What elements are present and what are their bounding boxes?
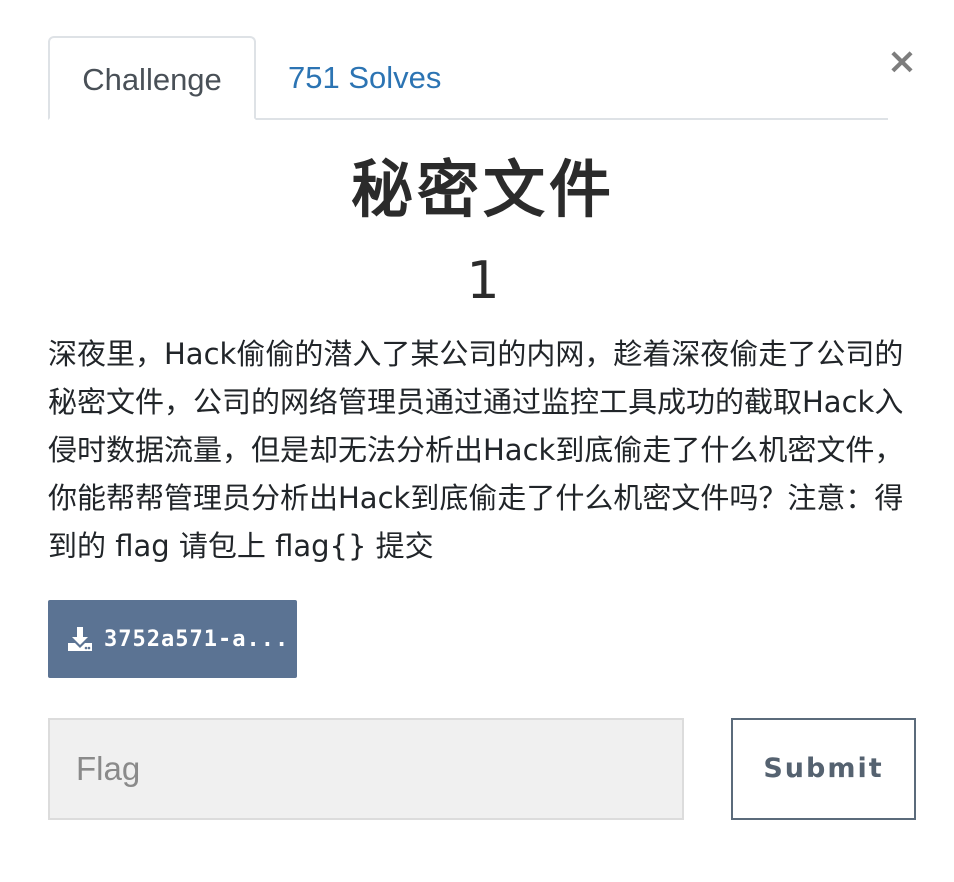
tab-solves-label: 751 Solves — [288, 60, 442, 95]
challenge-description: 深夜里，Hack偷偷的潜入了某公司的内网，趁着深夜偷走了公司的秘密文件，公司的网… — [48, 337, 904, 563]
close-icon: × — [886, 41, 918, 82]
tab-challenge-label: Challenge — [82, 62, 222, 97]
file-download-label: 3752a571-a... — [104, 626, 290, 652]
submit-button[interactable]: Submit — [731, 718, 916, 820]
close-button[interactable]: × — [884, 40, 920, 84]
tab-solves[interactable]: 751 Solves — [288, 36, 441, 120]
challenge-points: 1 — [466, 251, 500, 311]
challenge-tabs: Challenge 751 Solves — [48, 36, 888, 120]
tab-challenge[interactable]: Challenge — [48, 36, 256, 120]
flag-input[interactable] — [48, 718, 684, 820]
download-icon — [66, 625, 94, 653]
challenge-title: 秘密文件 — [350, 153, 615, 226]
submit-button-label: Submit — [763, 753, 884, 784]
file-download-button[interactable]: 3752a571-a... — [48, 600, 297, 678]
